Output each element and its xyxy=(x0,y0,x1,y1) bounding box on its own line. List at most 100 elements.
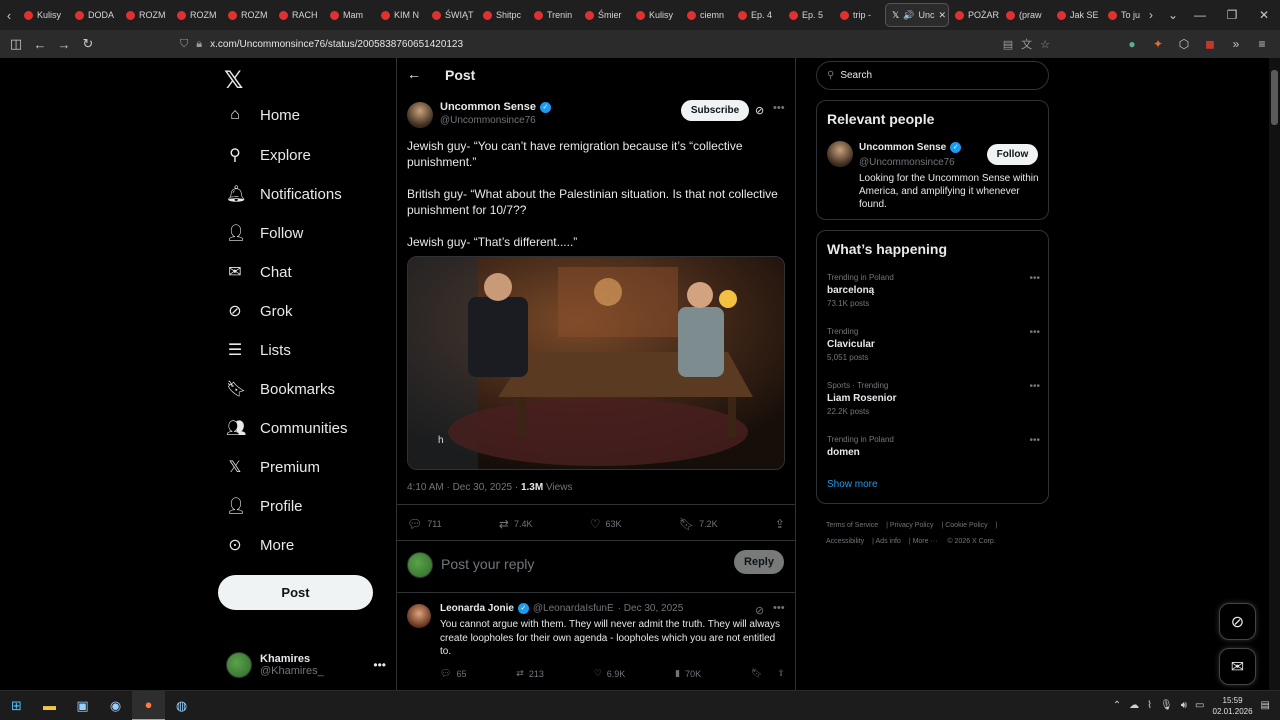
more-icon[interactable]: ••• xyxy=(373,658,386,672)
browser-tab[interactable]: ROZM xyxy=(171,3,222,27)
browser-tab[interactable]: Kulisy xyxy=(630,3,681,27)
reply-post[interactable]: Leonarda Jonie ✓ @LeonardaIsfunE · Dec 3… xyxy=(407,602,787,686)
account-switcher[interactable]: Khamires @Khamires_ ••• xyxy=(226,648,386,682)
author-handle[interactable]: @Uncommonsince76 xyxy=(440,115,536,126)
reply-date[interactable]: · Dec 30, 2025 xyxy=(618,603,684,614)
subscribe-button[interactable]: Subscribe xyxy=(681,100,749,121)
tabs-scroll-right-icon[interactable]: › xyxy=(1140,8,1162,22)
tab-list-icon[interactable]: ⌄ xyxy=(1162,8,1184,22)
browser-tab[interactable]: ROZM xyxy=(222,3,273,27)
views-action[interactable]: ▮ 70K xyxy=(675,668,701,679)
firefox-icon[interactable]: ● xyxy=(132,690,165,720)
nav-item-lists[interactable]: ☰ Lists xyxy=(226,340,291,360)
reply-action[interactable]: 💬︎ 65 xyxy=(440,668,466,679)
back-arrow-icon[interactable]: ← xyxy=(407,66,421,82)
reply-author-handle[interactable]: @LeonardaIsfunE xyxy=(533,603,614,614)
microphone-icon[interactable]: 🎙︎ xyxy=(1160,700,1173,711)
browser-tab[interactable]: KIM N xyxy=(375,3,426,27)
browser-tab[interactable]: Kulisy xyxy=(18,3,69,27)
lock-icon[interactable]: 🔒︎ xyxy=(196,38,202,51)
browser-tab[interactable]: Ep. 4 xyxy=(732,3,783,27)
like-action[interactable]: ♡ 6.9K xyxy=(594,668,626,679)
network-icon[interactable]: ⌇ xyxy=(1147,700,1152,711)
post-timestamp[interactable]: 4:10 AM · Dec 30, 2025 · xyxy=(407,482,521,493)
browser-tab[interactable]: Śmier xyxy=(579,3,630,27)
file-explorer-icon[interactable]: ▬ xyxy=(33,691,66,720)
person-handle[interactable]: @Uncommonsince76 xyxy=(859,157,955,168)
windows-start-icon[interactable]: ⊞ xyxy=(0,691,33,720)
more-icon[interactable]: ••• xyxy=(1029,381,1040,392)
shield-icon[interactable]: ⛉ xyxy=(180,38,188,51)
back-icon[interactable]: ← xyxy=(28,37,52,52)
overflow-chevrons-icon[interactable]: » xyxy=(1226,37,1246,51)
browser-tab[interactable]: POŻAR xyxy=(949,3,1000,27)
follow-button[interactable]: Follow xyxy=(987,144,1038,165)
footer-link[interactable]: Cookie Policy xyxy=(945,522,987,529)
footer-link[interactable]: Ads info xyxy=(876,538,901,545)
nav-item-explore[interactable]: ⚲ Explore xyxy=(226,145,311,165)
share-action[interactable]: ⇪ xyxy=(775,517,785,531)
more-icon[interactable]: ••• xyxy=(1029,435,1040,446)
show-more-link[interactable]: Show more xyxy=(827,479,878,490)
restore-icon[interactable]: ❐ xyxy=(1216,8,1248,22)
avatar[interactable] xyxy=(407,604,431,628)
footer-link[interactable]: More ··· xyxy=(913,538,938,545)
bookmark-star-icon[interactable]: ☆ xyxy=(1040,38,1050,51)
page-scrollbar[interactable] xyxy=(1269,58,1280,690)
tray-app-icon[interactable]: ☁ xyxy=(1129,700,1139,711)
browser-tab[interactable]: (praw xyxy=(1000,3,1051,27)
scrollbar-thumb[interactable] xyxy=(1271,70,1278,125)
fox-extension-icon[interactable]: ✦ xyxy=(1148,37,1168,51)
like-action[interactable]: ♡ 63K xyxy=(590,517,622,531)
url-text[interactable]: x.com/Uncommonsince76/status/20058387606… xyxy=(210,39,463,50)
x-logo-icon[interactable]: 𝕏 xyxy=(224,66,243,95)
footer-link[interactable]: Accessibility xyxy=(826,538,864,545)
reader-view-icon[interactable]: ▤ xyxy=(1003,38,1013,51)
avatar[interactable] xyxy=(407,102,433,128)
avatar[interactable] xyxy=(827,141,853,167)
browser-tab[interactable]: ŚWIĄT xyxy=(426,3,477,27)
steam-icon[interactable]: ◉ xyxy=(99,691,132,720)
nav-item-more[interactable]: ⊙ More xyxy=(226,535,294,555)
trend-item[interactable]: Trending in Poland domen ••• xyxy=(827,435,1040,479)
more-icon[interactable]: ••• xyxy=(1029,273,1040,284)
nav-item-grok[interactable]: ⊘ Grok xyxy=(226,301,292,321)
footer-link[interactable]: Privacy Policy xyxy=(890,522,934,529)
repost-action[interactable]: ⇄ 7.4K xyxy=(499,517,533,531)
share-icon[interactable]: ⇪ xyxy=(777,668,785,679)
grok-icon[interactable]: ⊘ xyxy=(755,104,764,117)
browser-tab[interactable]: Jak SE xyxy=(1051,3,1102,27)
more-icon[interactable]: ••• xyxy=(773,602,785,614)
nav-item-home[interactable]: ⌂ Home xyxy=(226,106,300,124)
post-button[interactable]: Post xyxy=(218,575,373,610)
browser-tab[interactable]: Ep. 5 xyxy=(783,3,834,27)
browser-tab[interactable]: Trenin xyxy=(528,3,579,27)
browser-tab[interactable]: To ju xyxy=(1102,3,1140,27)
reload-icon[interactable]: ↻ xyxy=(76,36,100,52)
ublock-icon[interactable]: ◼ xyxy=(1200,37,1220,51)
trend-item[interactable]: Sports · Trending Liam Rosenior 22.2K po… xyxy=(827,381,1040,425)
window-close-icon[interactable]: ✕ xyxy=(1248,8,1280,22)
nav-item-profile[interactable]: 👤︎ Profile xyxy=(226,496,303,516)
more-icon[interactable]: ••• xyxy=(773,102,785,114)
volume-icon[interactable]: 🔊︎ xyxy=(1181,700,1187,711)
notifications-icon[interactable]: ▤ xyxy=(1261,700,1270,711)
browser-tab[interactable]: ciemn xyxy=(681,3,732,27)
nav-item-notifications[interactable]: 🔔︎ Notifications xyxy=(226,184,342,204)
browser-tab[interactable]: trip - xyxy=(834,3,885,27)
nav-item-premium[interactable]: 𝕏 Premium xyxy=(226,457,320,477)
search-input[interactable]: ⚲ Search xyxy=(816,61,1049,90)
nav-item-chat[interactable]: ✉ Chat xyxy=(226,262,291,282)
bookmark-action[interactable]: 🔖︎ 7.2K xyxy=(679,517,718,531)
clock[interactable]: 15:59 02.01.2026 xyxy=(1213,695,1253,717)
nav-item-follow[interactable]: 👤︎ Follow xyxy=(226,223,303,243)
reply-input[interactable]: Post your reply xyxy=(441,556,534,572)
trend-item[interactable]: Trending Clavicular 5,051 posts ••• xyxy=(827,327,1040,371)
menu-icon[interactable]: ≡ xyxy=(1252,37,1272,51)
footer-link[interactable]: Terms of Service xyxy=(826,522,878,529)
extensions-icon[interactable]: ⬡ xyxy=(1174,37,1194,51)
minimize-icon[interactable]: — xyxy=(1184,8,1216,22)
trend-item[interactable]: Trending in Poland barceloną 73.1K posts… xyxy=(827,273,1040,317)
person-name[interactable]: Uncommon Sense ✓ xyxy=(859,142,962,153)
browser-tab[interactable]: RACH xyxy=(273,3,324,27)
